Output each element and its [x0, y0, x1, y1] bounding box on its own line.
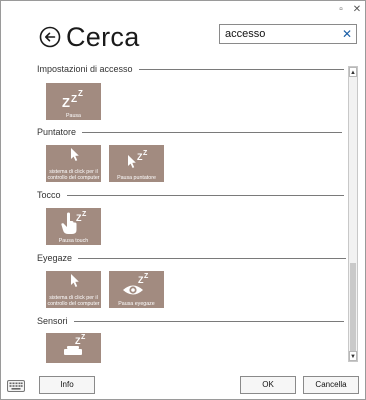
back-arrow-circle-icon[interactable]: [39, 26, 61, 48]
cursor-sleep-icon: Z Z: [128, 150, 148, 168]
section-header-tocco: Tocco: [37, 189, 344, 201]
section-divider: [73, 320, 344, 322]
section-title: Tocco: [37, 190, 61, 200]
svg-text:Z: Z: [143, 150, 148, 157]
tile-pausa[interactable]: Z Z Z Pausa: [46, 83, 101, 120]
tile-click-system-eyegaze[interactable]: sistema di click per il controllo del co…: [46, 271, 101, 308]
section-title: Sensori: [37, 316, 68, 326]
scroll-up-button[interactable]: ▲: [349, 67, 357, 77]
section-header-puntatore: Puntatore: [37, 126, 343, 138]
page-header: Cerca: [39, 23, 199, 51]
section-title: Puntatore: [37, 127, 77, 137]
restore-button[interactable]: ▫: [334, 3, 348, 17]
search-input-value: accesso: [225, 28, 266, 40]
vertical-scrollbar[interactable]: ▲ ▼: [348, 66, 358, 362]
eye-sleep-icon: Z Z: [123, 273, 149, 295]
svg-text:Z: Z: [81, 334, 86, 341]
tile-label: sistema di click per il controllo del co…: [47, 295, 100, 307]
svg-text:Z: Z: [78, 89, 83, 98]
tile-label: sistema di click per il controllo del co…: [47, 169, 100, 181]
ok-button[interactable]: OK: [240, 376, 296, 394]
sensor-sleep-icon: Z Z: [64, 334, 86, 355]
clear-search-icon[interactable]: ✕: [342, 27, 352, 41]
keyboard-icon[interactable]: [7, 379, 25, 392]
section-title: Eyegaze: [37, 253, 73, 263]
cursor-icon: [71, 274, 79, 287]
info-button[interactable]: Info: [39, 376, 95, 394]
title-bar: ▫ ✕: [1, 1, 365, 21]
tile-pausa-puntatore[interactable]: Z Z Pausa puntatore: [109, 145, 164, 182]
page-title: Cerca: [66, 22, 140, 52]
section-header-sensori: Sensori: [37, 315, 344, 327]
tile-click-system-pointer[interactable]: sistema di click per il controllo del co…: [46, 145, 101, 182]
section-divider: [82, 131, 343, 133]
close-button[interactable]: ✕: [350, 3, 364, 17]
scroll-down-button[interactable]: ▼: [349, 351, 357, 361]
results-list: Impostazioni di accesso Z Z Z Pausa Punt…: [37, 63, 347, 363]
tile-pausa-touch[interactable]: Z Z Pausa touch: [46, 208, 101, 245]
tile-pausa-eyegaze[interactable]: Z Z Pausa eyegaze: [109, 271, 164, 308]
tile-label: Pausa: [65, 113, 82, 119]
section-title: Impostazioni di accesso: [37, 64, 133, 74]
svg-text:Z: Z: [144, 273, 149, 280]
tile-label: Pausa eyegaze: [118, 301, 155, 307]
section-header-impostazioni: Impostazioni di accesso: [37, 63, 344, 75]
svg-text:Z: Z: [82, 211, 87, 218]
hand-sleep-icon: Z Z: [61, 211, 87, 234]
svg-text:Z: Z: [71, 94, 77, 105]
tile-pausa-sensori[interactable]: Z Z: [46, 333, 101, 363]
cancel-button[interactable]: Cancella: [303, 376, 359, 394]
scroll-thumb[interactable]: [350, 263, 356, 351]
section-divider: [138, 68, 344, 70]
cursor-icon: [71, 148, 79, 161]
tile-label: Pausa puntatore: [117, 175, 156, 181]
search-input[interactable]: accesso ✕: [219, 24, 357, 44]
section-divider: [78, 257, 347, 259]
search-dialog-window: ▫ ✕ Cerca accesso ✕ Impostazioni di acce…: [0, 0, 366, 400]
section-header-eyegaze: Eyegaze: [37, 252, 347, 264]
sleep-zzz-icon: Z Z Z: [62, 89, 83, 110]
tile-label: Pausa touch: [58, 238, 89, 244]
svg-text:Z: Z: [62, 95, 70, 110]
section-divider: [66, 194, 344, 196]
